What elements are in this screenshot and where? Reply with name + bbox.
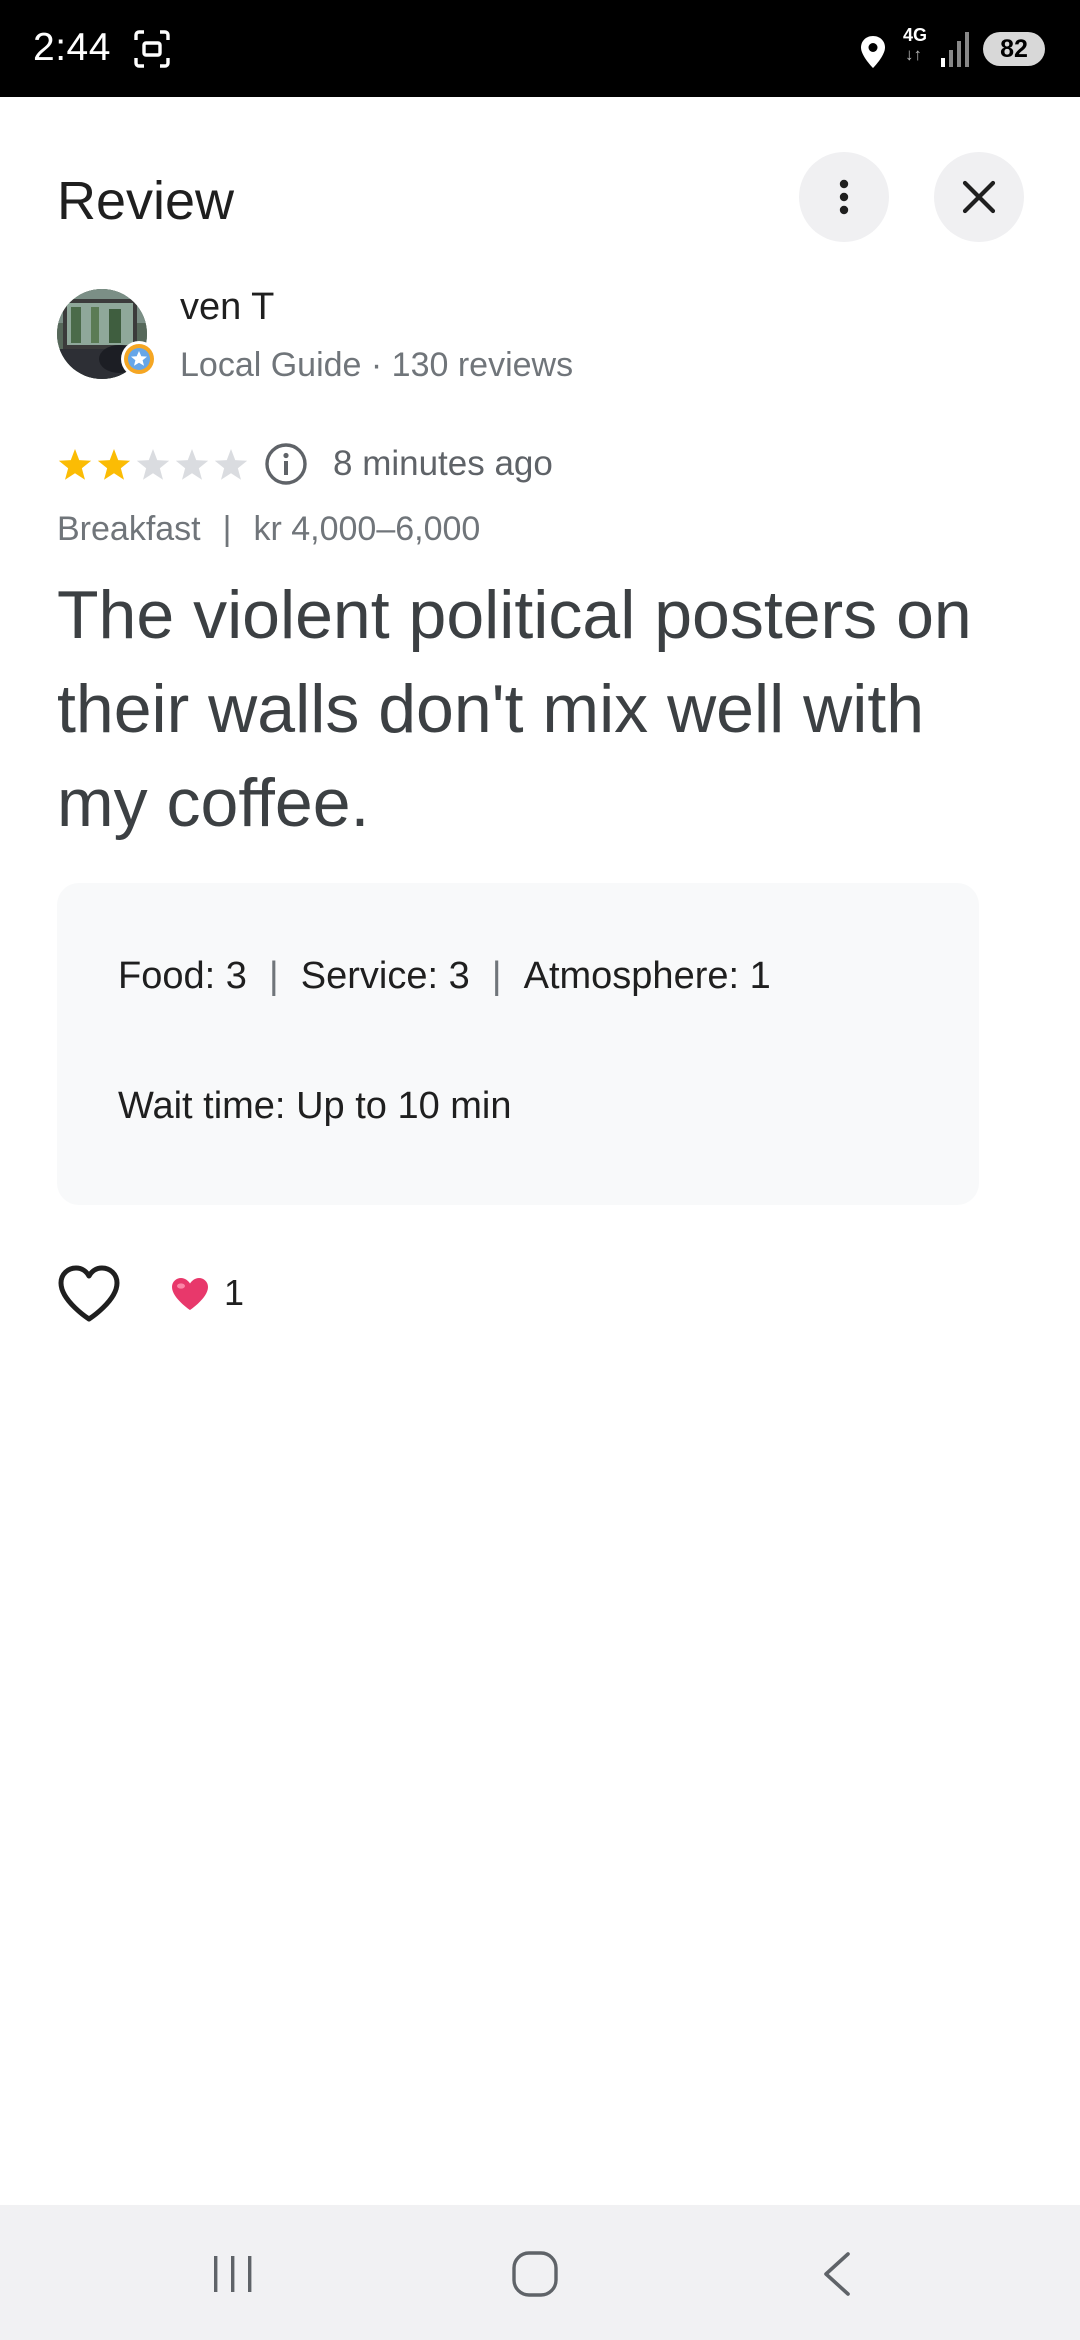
wait-time-label: Wait time:: [118, 1085, 286, 1127]
battery-indicator: 82: [983, 32, 1045, 66]
local-guide-star-icon: [121, 341, 157, 377]
atmosphere-value: 1: [749, 955, 771, 997]
reviewer-name[interactable]: ven T: [180, 286, 274, 329]
wait-time-row: Wait time: Up to 10 min: [118, 1085, 512, 1128]
review-tags: Breakfast | kr 4,000–6,000: [57, 510, 480, 549]
recent-apps-button[interactable]: [210, 2253, 256, 2295]
signal-icon: [941, 32, 969, 67]
attr-divider: |: [268, 955, 279, 997]
more-vert-icon: [839, 179, 849, 215]
service-value: 3: [448, 955, 470, 997]
reviewer-avatar[interactable]: [57, 289, 157, 381]
tag-separator: |: [222, 510, 232, 548]
review-attributes-card: Food: 3 | Service: 3 | Atmosphere: 1 Wait ti…: [57, 883, 979, 1205]
wait-time-value: Up to 10 min: [296, 1085, 512, 1127]
review-time: 8 minutes ago: [333, 444, 553, 483]
data-arrows-icon: ↓↑: [905, 45, 922, 64]
star-empty-icon: [175, 449, 209, 480]
star-filled-icon: [97, 449, 131, 480]
back-button[interactable]: [818, 2251, 854, 2297]
service-label: Service:: [300, 955, 439, 997]
heart-reaction-icon: [172, 1278, 208, 1310]
close-icon: [962, 180, 996, 214]
ratings-row: Food: 3 | Service: 3 | Atmosphere: 1: [118, 955, 771, 998]
location-icon: [861, 36, 885, 68]
food-value: 3: [225, 955, 247, 997]
reaction-count: 1: [224, 1272, 245, 1313]
info-icon[interactable]: [264, 442, 308, 486]
star-filled-icon: [58, 449, 92, 480]
status-bar: 2:44 4G ↓↑ 82: [0, 0, 1080, 97]
attr-divider: |: [491, 955, 502, 997]
like-button[interactable]: [57, 1264, 121, 1324]
star-rating: [58, 449, 248, 480]
price-tag: kr 4,000–6,000: [253, 510, 481, 548]
food-label: Food:: [118, 955, 216, 997]
screenshot-icon: [134, 30, 170, 68]
review-text: The violent political posters on their w…: [57, 577, 972, 841]
page-title: Review: [57, 171, 235, 231]
reviewer-meta: Local Guide · 130 reviews: [180, 346, 574, 384]
close-button[interactable]: [934, 152, 1024, 242]
network-type: 4G: [903, 25, 928, 45]
star-empty-icon: [214, 449, 248, 480]
meal-tag: Breakfast: [57, 510, 201, 548]
atmosphere-label: Atmosphere:: [523, 955, 740, 997]
star-empty-icon: [136, 449, 170, 480]
home-button[interactable]: [511, 2250, 559, 2298]
more-options-button[interactable]: [799, 152, 889, 242]
heart-outline-icon: [58, 1265, 120, 1322]
system-nav-bar: [0, 2205, 1080, 2340]
status-time: 2:44: [33, 26, 111, 69]
